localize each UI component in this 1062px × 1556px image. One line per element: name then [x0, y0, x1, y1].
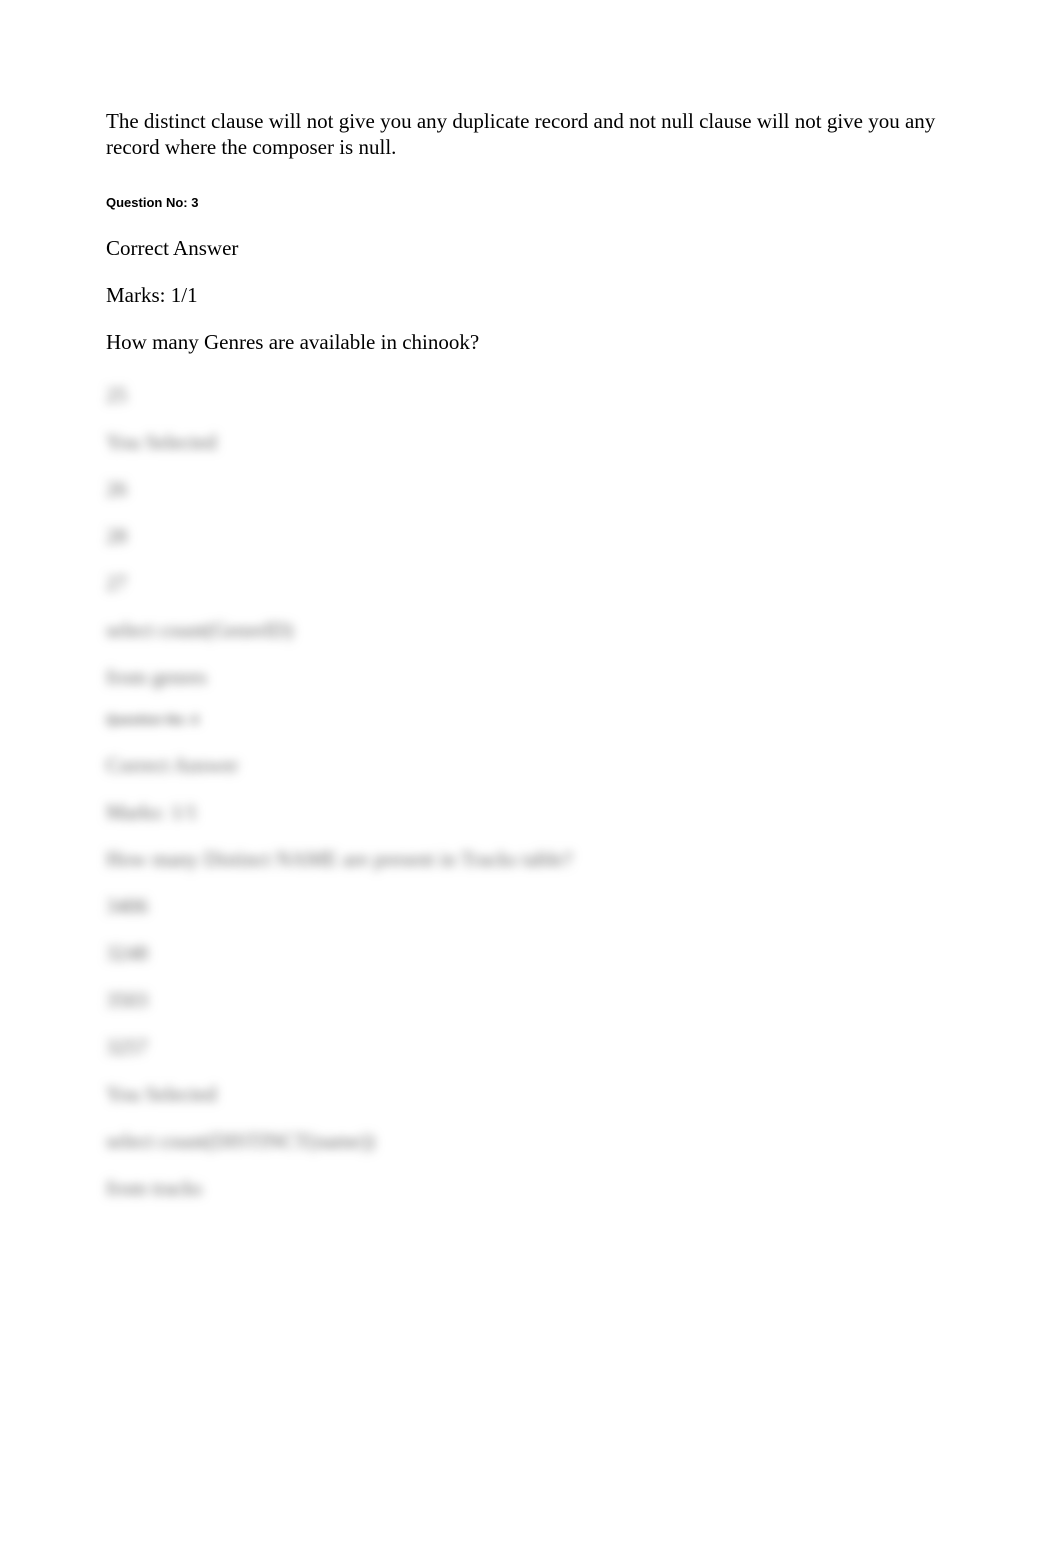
q4-sql-line-1: select count(DISTINCT(name)): [106, 1129, 956, 1154]
q4-option-2: 3248: [106, 941, 956, 966]
q4-option-1: 3406: [106, 894, 956, 919]
blurred-answers-section: 25 You Selected 26 28 27 select count(Ge…: [106, 383, 956, 1201]
option-3: 28: [106, 524, 956, 549]
correct-answer-label: Correct Answer: [106, 236, 956, 261]
option-4: 27: [106, 571, 956, 596]
question-4-header: Question No: 4: [106, 712, 956, 727]
q4-sql-line-2: from tracks: [106, 1176, 956, 1201]
intro-paragraph: The distinct clause will not give you an…: [106, 108, 956, 161]
question-3-text: How many Genres are available in chinook…: [106, 330, 956, 355]
sql-line-2: from genres: [106, 665, 956, 690]
sql-line-1: select count(GenreID): [106, 618, 956, 643]
question-3-header: Question No: 3: [106, 195, 956, 210]
you-selected-label: You Selected: [106, 430, 956, 455]
q4-you-selected: You Selected: [106, 1082, 956, 1107]
option-2: 26: [106, 477, 956, 502]
option-1: 25: [106, 383, 956, 408]
q4-option-3: 3503: [106, 988, 956, 1013]
q4-option-4: 3257: [106, 1035, 956, 1060]
marks-label: Marks: 1/1: [106, 283, 956, 308]
correct-answer-4-label: Correct Answer: [106, 753, 956, 778]
marks-4-label: Marks: 1/1: [106, 800, 956, 825]
question-4-text: How many Distinct NAME are present in Tr…: [106, 847, 956, 872]
